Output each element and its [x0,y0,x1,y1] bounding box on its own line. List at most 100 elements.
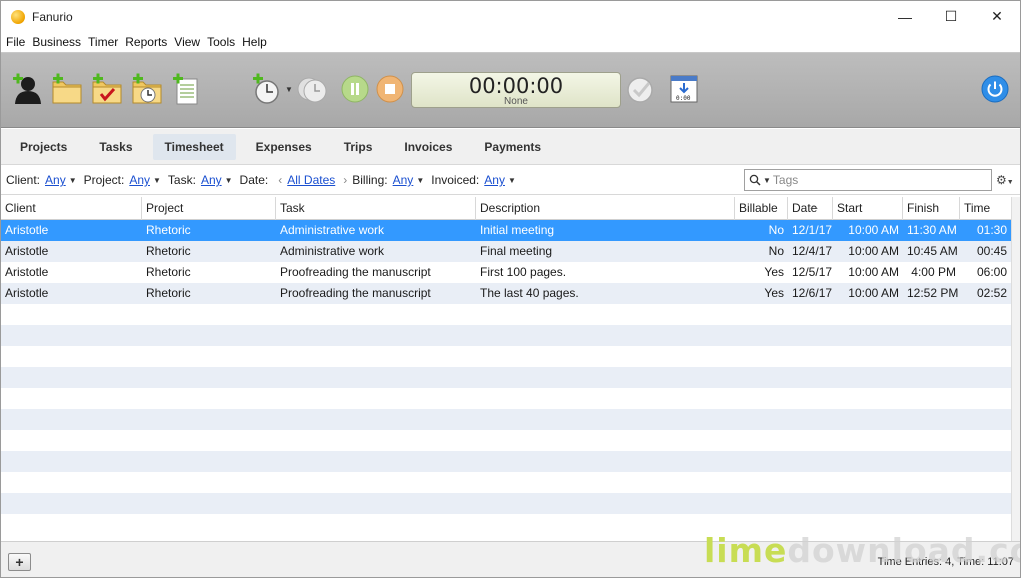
stop-icon[interactable] [376,75,404,103]
cell-finish: 4:00 PM [911,265,956,279]
table-row[interactable]: Aristotle Rhetoric Administrative work Fina… [1,241,1011,262]
tab-timesheet[interactable]: Timesheet [152,133,236,160]
cell-project: Rhetoric [146,286,191,300]
column-header-start[interactable]: Start [833,197,903,220]
tab-expenses[interactable]: Expenses [244,134,324,160]
cell-date: 12/6/17 [792,286,833,300]
cell-task: Administrative work [280,244,385,258]
cell-billable: No [768,223,784,237]
watermark-lime: lime [704,531,788,570]
menu-timer[interactable]: Timer [88,35,118,49]
timesheet-table-body: Aristotle Rhetoric Administrative work Init… [1,220,1011,535]
invoiced-filter-value[interactable]: Any [484,173,505,187]
timer-dropdown-arrow-icon[interactable]: ▼ [285,85,293,94]
menu-help[interactable]: Help [242,35,267,49]
empty-table-row [1,472,1011,493]
cell-date: 12/4/17 [792,244,833,258]
add-task-icon[interactable] [91,73,123,105]
tab-trips[interactable]: Trips [332,134,385,160]
vertical-scrollbar[interactable] [1011,197,1020,541]
tab-tasks[interactable]: Tasks [87,134,144,160]
sort-ascending-icon: ︿ [810,201,818,210]
empty-table-row [1,367,1011,388]
project-filter-dropdown-icon[interactable]: ▼ [153,176,161,185]
menu-reports[interactable]: Reports [125,35,167,49]
window-title: Fanurio [32,9,73,24]
gear-icon[interactable]: ⚙▼ [996,173,1014,187]
menu-business[interactable]: Business [32,35,81,49]
client-filter-label: Client: [6,173,41,187]
close-button[interactable]: ✕ [974,1,1020,32]
toolbar: ▼ 00:00:00 None 0:00 [1,53,1020,128]
cell-date: 12/5/17 [792,265,833,279]
task-filter-value[interactable]: Any [201,173,222,187]
cell-description: The last 40 pages. [480,286,579,300]
table-row[interactable]: Aristotle Rhetoric Proofreading the manusc… [1,283,1011,304]
cell-description: First 100 pages. [480,265,567,279]
cell-time: 06:00 [976,265,1007,279]
cell-project: Rhetoric [146,265,191,279]
cell-client: Aristotle [5,223,49,237]
invoiced-filter-dropdown-icon[interactable]: ▼ [508,176,516,185]
column-header-project[interactable]: Project [142,197,276,220]
tags-search-input[interactable]: ▼ Tags [744,169,992,191]
add-entry-button[interactable]: + [8,553,31,571]
add-timed-task-icon[interactable] [131,73,163,105]
billing-filter-dropdown-icon[interactable]: ▼ [416,176,424,185]
column-header-date[interactable]: ︿ Date [788,197,833,220]
cell-billable: Yes [764,265,784,279]
project-filter-label: Project: [83,173,125,187]
cell-date: 12/1/17 [792,223,833,237]
menu-tools[interactable]: Tools [207,35,235,49]
add-client-icon[interactable] [11,73,43,105]
tab-invoices[interactable]: Invoices [392,134,464,160]
invoiced-filter-label: Invoiced: [431,173,480,187]
column-header-finish[interactable]: Finish [903,197,960,220]
search-dropdown-icon[interactable]: ▼ [763,176,771,185]
cell-start: 10:00 AM [848,244,899,258]
client-filter-dropdown-icon[interactable]: ▼ [69,176,77,185]
column-header-time[interactable]: Time [960,197,1011,220]
menu-file[interactable]: File [6,35,25,49]
date-prev-icon[interactable]: ‹ [278,173,282,187]
column-header-task[interactable]: Task [276,197,476,220]
cell-client: Aristotle [5,244,49,258]
date-next-icon[interactable]: › [343,173,347,187]
table-row[interactable]: Aristotle Rhetoric Administrative work Init… [1,220,1011,241]
date-filter-value[interactable]: All Dates [287,173,335,187]
tab-projects[interactable]: Projects [8,134,79,160]
client-filter-value[interactable]: Any [45,173,66,187]
power-icon[interactable] [981,75,1009,103]
project-filter-value[interactable]: Any [129,173,150,187]
export-time-icon[interactable]: 0:00 [668,73,700,105]
minimize-button[interactable]: — [882,1,928,32]
finish-icon[interactable] [625,73,657,105]
cell-task: Administrative work [280,223,385,237]
task-filter-label: Task: [167,173,196,187]
pause-icon[interactable] [341,75,369,103]
empty-table-row [1,493,1011,514]
column-header-billable[interactable]: Billable [735,197,788,220]
task-filter-dropdown-icon[interactable]: ▼ [225,176,233,185]
new-timer-icon[interactable] [251,73,283,105]
add-project-icon[interactable] [51,73,83,105]
svg-text:0:00: 0:00 [676,95,691,102]
cell-client: Aristotle [5,265,49,279]
menu-view[interactable]: View [174,35,200,49]
table-row[interactable]: Aristotle Rhetoric Proofreading the manusc… [1,262,1011,283]
column-header-description[interactable]: Description [476,197,735,220]
maximize-button[interactable]: ☐ [928,1,974,32]
app-window: Fanurio — ☐ ✕ File Business Timer Report… [0,0,1021,578]
empty-table-row [1,409,1011,430]
title-bar: Fanurio — ☐ ✕ [1,1,1020,32]
cell-time: 01:30 [976,223,1007,237]
add-document-icon[interactable] [171,73,203,105]
timer-menu-icon[interactable] [297,73,329,105]
cell-description: Initial meeting [480,223,555,237]
empty-table-row [1,346,1011,367]
fanurio-logo-icon [11,9,25,24]
billing-filter-value[interactable]: Any [393,173,414,187]
timer-display: 00:00:00 None [411,72,621,108]
tab-payments[interactable]: Payments [472,134,553,160]
column-header-client[interactable]: Client [1,197,142,220]
